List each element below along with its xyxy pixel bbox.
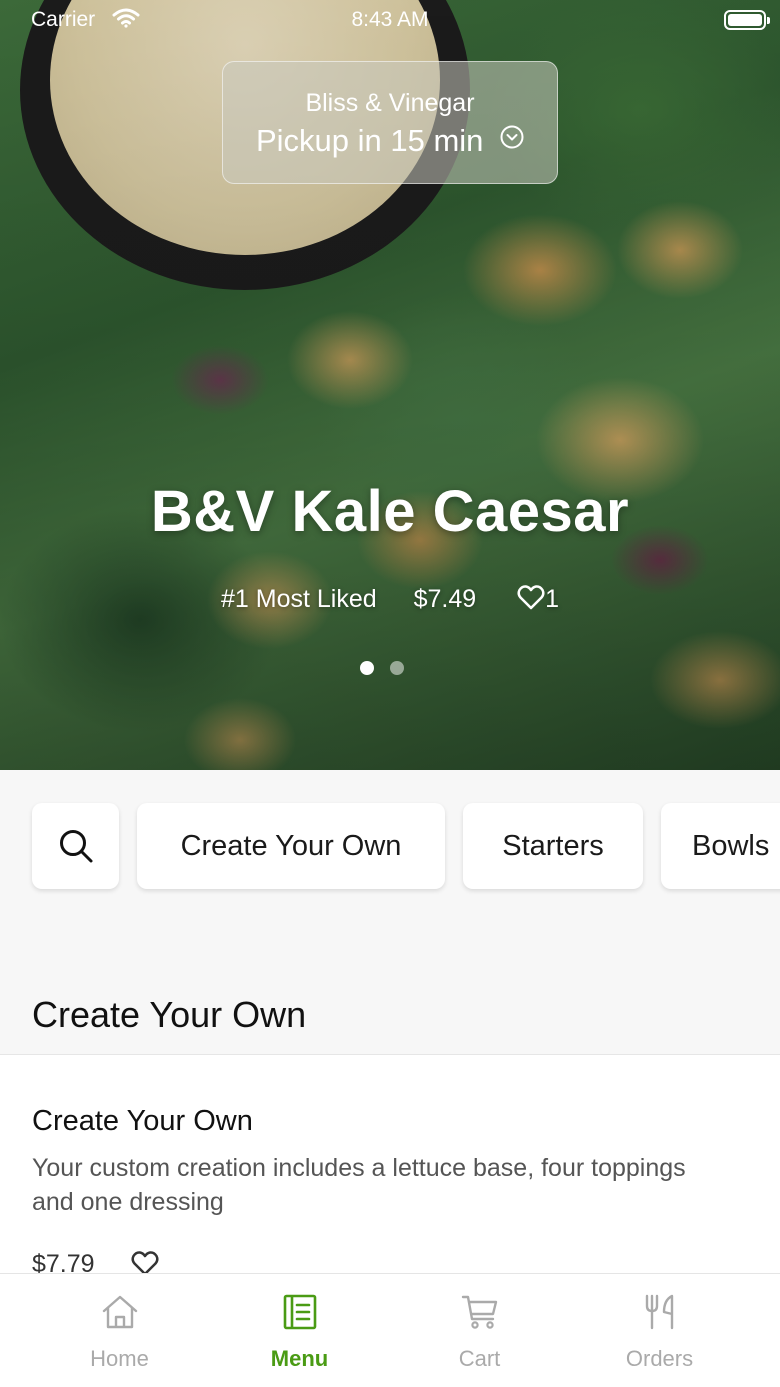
hero-meta: #1 Most Liked $7.49 1: [0, 584, 780, 614]
cart-icon: [461, 1295, 498, 1329]
status-time: 8:43 AM: [351, 8, 429, 31]
section-title: Create Your Own: [32, 994, 307, 1035]
category-chip-starters[interactable]: Starters: [463, 803, 643, 889]
carousel-dot[interactable]: [390, 661, 404, 675]
tab-menu[interactable]: Menu: [202, 1274, 397, 1387]
hero-likes-count: 1: [545, 585, 559, 614]
category-chips: Create Your Own Starters Bowls: [0, 800, 780, 892]
menu-item-description: Your custom creation includes a lettuce …: [32, 1154, 686, 1216]
tab-cart-label: Cart: [458, 1346, 501, 1371]
utensils-icon: [645, 1294, 674, 1330]
heart-icon: [517, 585, 545, 610]
chevron-down-icon: [500, 125, 524, 149]
pickup-time-label: Pickup in 15 min: [255, 123, 484, 158]
tab-home-label: Home: [90, 1346, 149, 1371]
hero-badge: #1 Most Liked: [220, 584, 377, 613]
pickup-store-name: Bliss & Vinegar: [305, 89, 475, 117]
hero-banner[interactable]: Carrier 8:43 AM Bliss & Vinegar Pickup i…: [0, 0, 780, 770]
menu-icon: [283, 1294, 317, 1330]
hero-price: $7.49: [413, 584, 477, 613]
carousel-dot[interactable]: [360, 661, 374, 675]
status-bar: Carrier 8:43 AM: [0, 0, 780, 40]
tab-orders[interactable]: Orders: [562, 1274, 757, 1387]
tab-home[interactable]: Home: [22, 1274, 217, 1387]
search-icon: [59, 830, 92, 863]
battery-icon: [724, 10, 770, 30]
pickup-time-row: Pickup in 15 min: [223, 123, 557, 159]
menu-item-card[interactable]: Create Your Own Your custom creation inc…: [0, 1054, 780, 1294]
menu-item-name: Create Your Own: [32, 1105, 253, 1137]
tab-cart[interactable]: Cart: [382, 1274, 577, 1387]
home-icon: [102, 1295, 138, 1329]
carousel-dots[interactable]: [360, 661, 420, 677]
pickup-selector[interactable]: Bliss & Vinegar Pickup in 15 min: [222, 61, 558, 184]
search-button[interactable]: [32, 803, 119, 889]
category-chip-bowls[interactable]: Bowls: [661, 803, 780, 889]
tab-menu-label: Menu: [270, 1346, 329, 1371]
tab-bar: Home Menu Cart Orders: [0, 1273, 780, 1387]
hero-title: B&V Kale Caesar: [150, 479, 630, 544]
hero-likes[interactable]: 1: [517, 584, 559, 614]
tab-orders-label: Orders: [625, 1346, 694, 1371]
category-chip-create-your-own[interactable]: Create Your Own: [137, 803, 445, 889]
